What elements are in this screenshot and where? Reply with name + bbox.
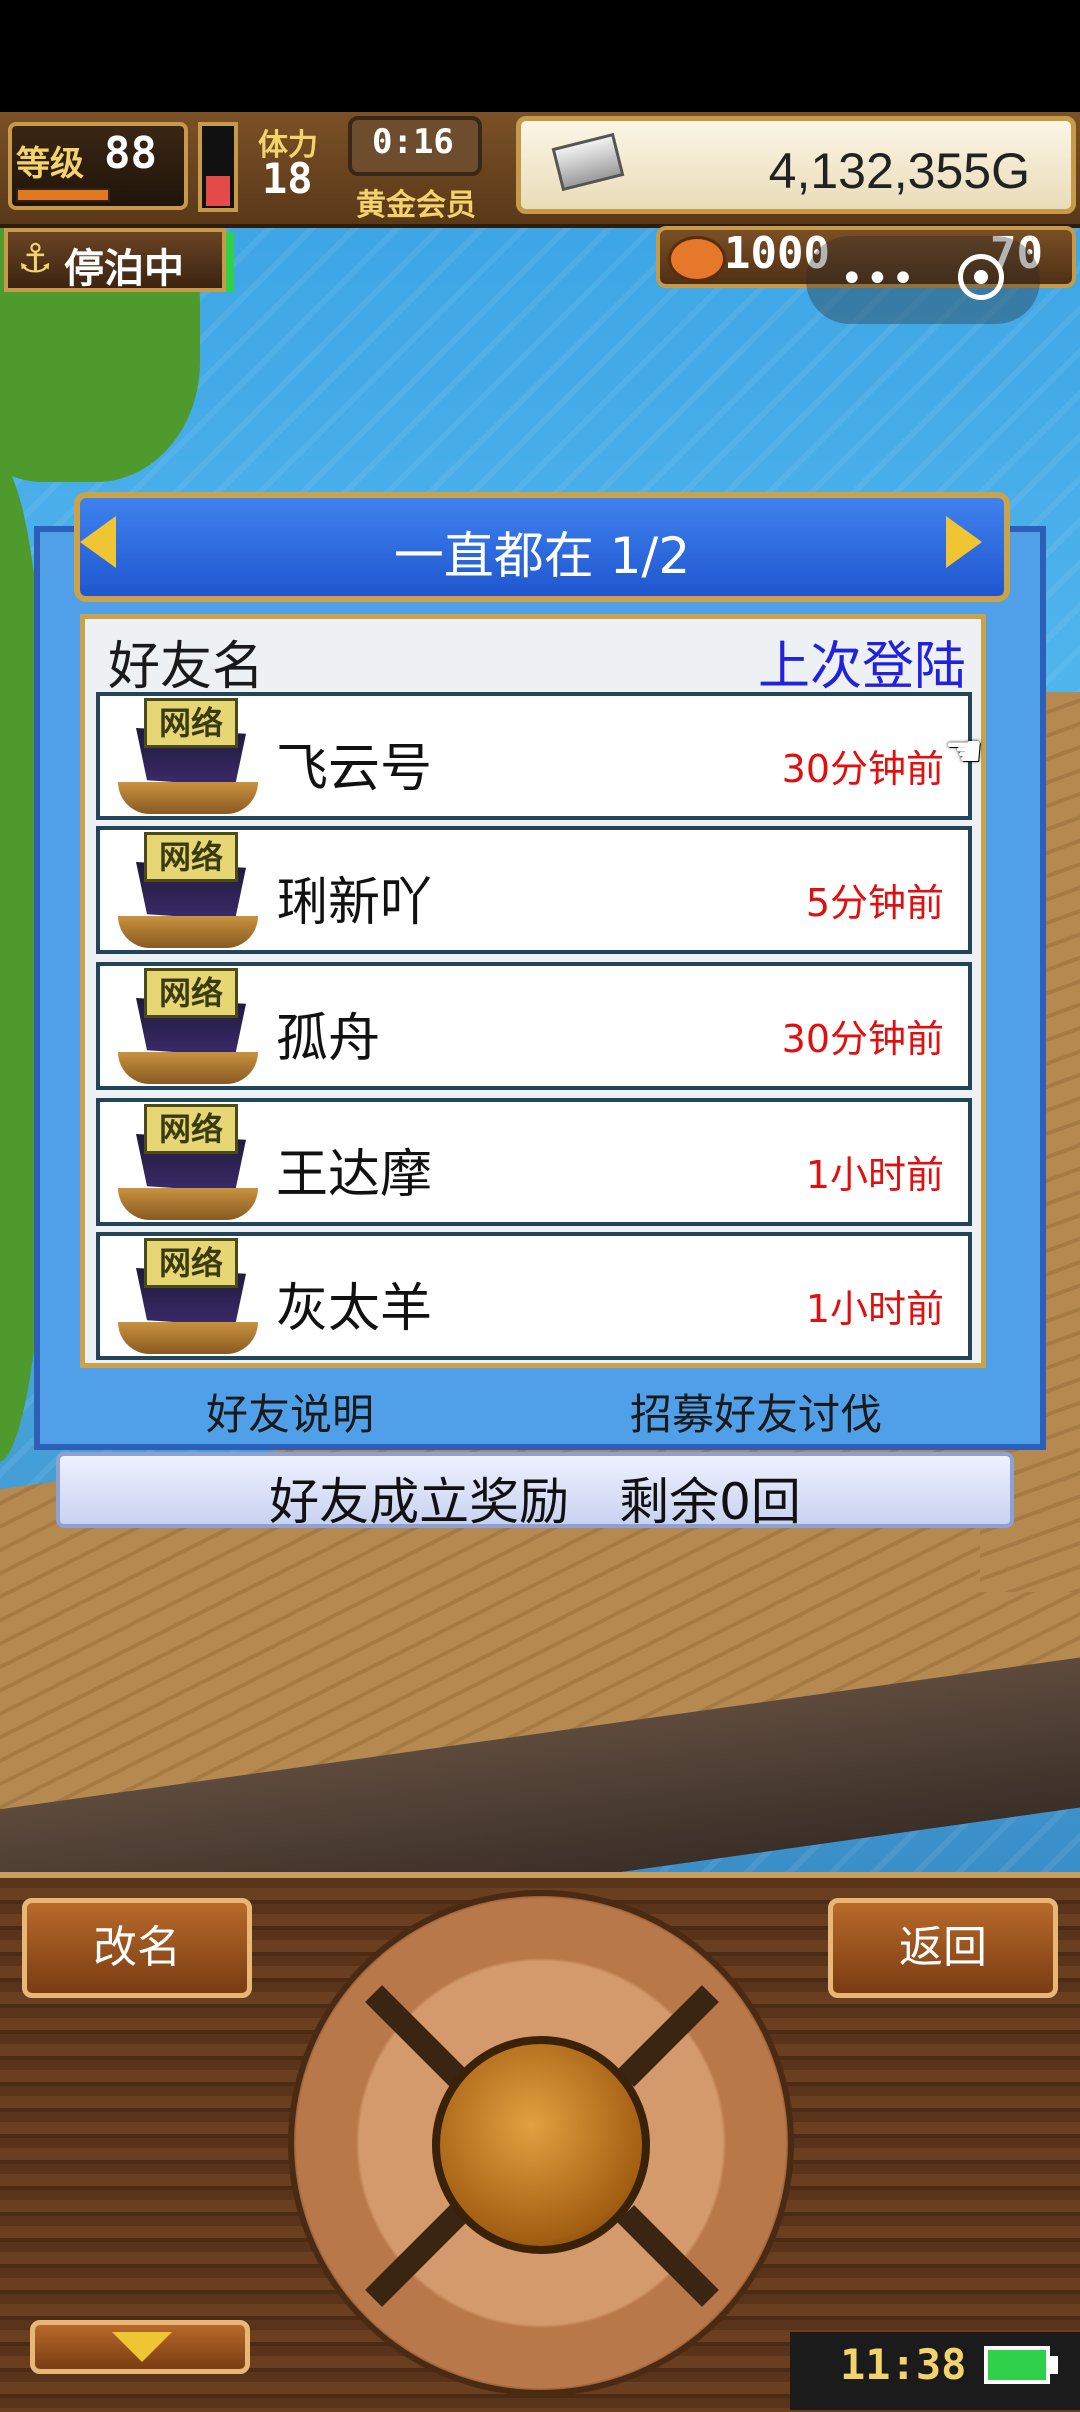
stamina-value: 18 <box>262 154 313 203</box>
column-header-friend-name: 好友名 <box>108 637 265 697</box>
clock-value: 11:38 <box>840 2340 967 2389</box>
dialog-title: 一直都在 1/2 <box>393 527 691 585</box>
network-tag: 网络 <box>144 1104 238 1154</box>
network-tag: 网络 <box>144 1238 238 1288</box>
ship-icon: 网络 <box>114 1100 262 1230</box>
dpad-center-button[interactable] <box>432 2036 650 2254</box>
close-target-dot <box>974 270 988 284</box>
hand-pointer-icon: ☚ <box>944 726 984 777</box>
friend-last-login: 1小时前 <box>805 1153 944 1197</box>
friend-help-button[interactable]: 好友说明 <box>200 1380 380 1443</box>
column-header-last-login: 上次登陆 <box>757 637 966 697</box>
ship-icon: 网络 <box>114 964 262 1094</box>
network-tag: 网络 <box>144 968 238 1018</box>
ship-icon: 网络 <box>114 1234 262 1364</box>
prev-page-arrow-icon[interactable] <box>80 516 116 568</box>
friend-name: 琍新吖 <box>276 873 433 933</box>
friend-last-login: 1小时前 <box>805 1287 944 1331</box>
ship-icon: 网络 <box>114 828 262 958</box>
member-label: 黄金会员 <box>356 188 476 223</box>
rename-button[interactable]: 改名 <box>22 1898 252 1998</box>
friend-last-login: 5分钟前 <box>805 881 944 925</box>
friend-last-login: 30分钟前 <box>781 1017 944 1061</box>
food-icon <box>668 236 726 282</box>
top-black-bar <box>0 0 1080 112</box>
more-options-icon[interactable]: ••• <box>840 256 917 302</box>
friend-reward-text: 好友成立奖励 剩余0回 <box>269 1473 801 1531</box>
battery-tip <box>1050 2356 1058 2374</box>
network-tag: 网络 <box>144 832 238 882</box>
battery-icon <box>984 2346 1050 2384</box>
back-button[interactable]: 返回 <box>828 1898 1058 1998</box>
level-label: 等级 <box>16 144 84 184</box>
anchor-status-label: 停泊中 <box>64 246 184 292</box>
stamina-timer: 0:16 <box>372 122 454 162</box>
friend-name: 飞云号 <box>276 739 433 799</box>
gold-value: 4,132,355G <box>768 143 1030 199</box>
friend-name: 灰太羊 <box>276 1279 433 1339</box>
chevron-down-icon <box>112 2332 172 2362</box>
level-value: 88 <box>104 128 157 179</box>
anchor-status-indicator <box>226 232 234 292</box>
network-tag: 网络 <box>144 698 238 748</box>
exp-bar <box>16 188 110 202</box>
hp-gauge-fill <box>206 176 230 206</box>
friend-last-login: 30分钟前 <box>781 747 944 791</box>
ship-icon: 网络 <box>114 694 262 824</box>
anchor-icon: ⚓ <box>17 236 53 282</box>
recruit-friends-button[interactable]: 招募好友讨伐 <box>624 1380 888 1443</box>
friend-name: 孤舟 <box>276 1009 381 1069</box>
friend-name: 王达摩 <box>276 1145 433 1205</box>
next-page-arrow-icon[interactable] <box>946 516 982 568</box>
